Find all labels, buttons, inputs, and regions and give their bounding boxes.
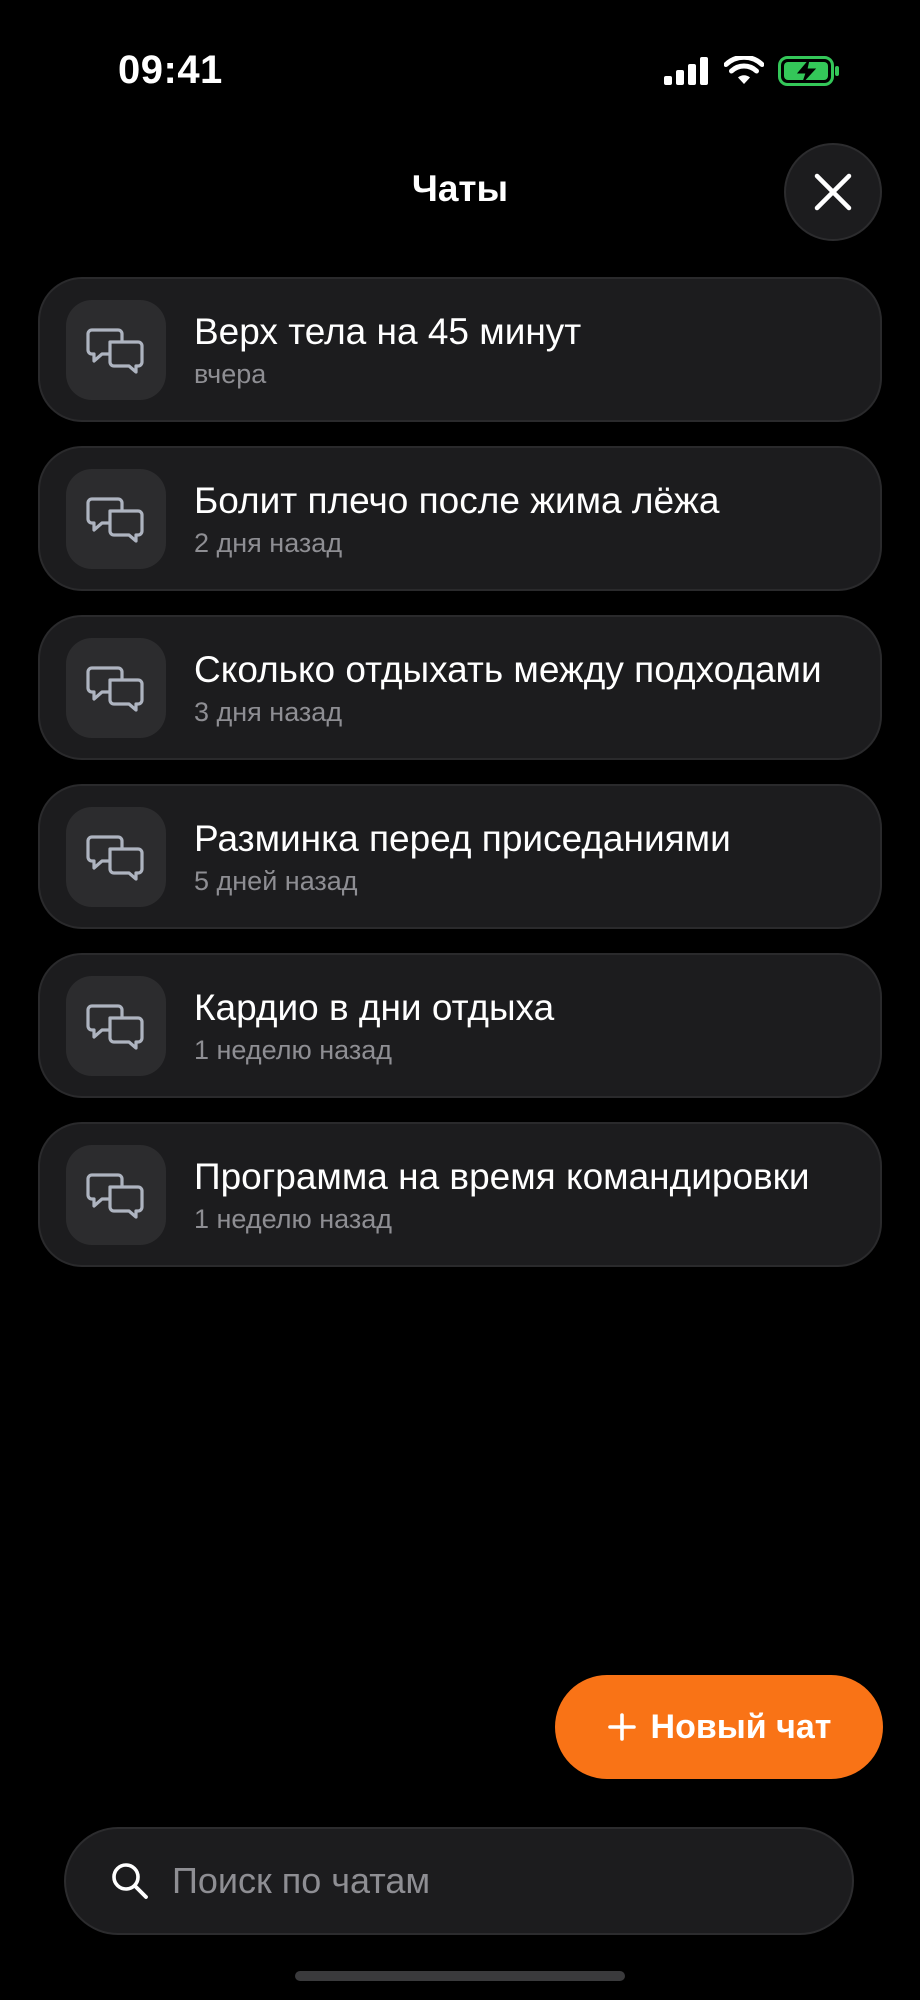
chat-item[interactable]: Сколько отдыхать между подходами 3 дня н…: [38, 615, 882, 760]
chat-title: Болит плечо после жима лёжа: [194, 480, 720, 521]
page-title: Чаты: [411, 168, 509, 209]
chat-bubbles-icon: [86, 665, 144, 712]
search-bar[interactable]: [64, 1827, 854, 1935]
chat-bubbles-icon: [86, 1003, 144, 1050]
chat-bubbles-icon: [86, 496, 144, 543]
chats-screen: 09:41 Чаты Верх тела на 45 минут вчера Б…: [0, 0, 920, 2000]
chat-item[interactable]: Болит плечо после жима лёжа 2 дня назад: [38, 446, 882, 591]
chat-text: Разминка перед приседаниями 5 дней назад: [194, 816, 880, 897]
close-icon: [814, 173, 852, 211]
chat-text: Болит плечо после жима лёжа 2 дня назад: [194, 478, 880, 559]
chat-bubbles-icon: [86, 834, 144, 881]
chat-icon-box: [66, 975, 166, 1076]
new-chat-button[interactable]: Новый чат: [555, 1675, 883, 1779]
chat-text: Верх тела на 45 минут вчера: [194, 309, 880, 390]
chat-text: Кардио в дни отдыха 1 неделю назад: [194, 985, 880, 1066]
chat-title: Разминка перед приседаниями: [194, 818, 731, 859]
search-icon: [110, 1861, 150, 1901]
chat-bubbles-icon: [86, 327, 144, 374]
chat-title: Кардио в дни отдыха: [194, 987, 555, 1028]
chat-item[interactable]: Разминка перед приседаниями 5 дней назад: [38, 784, 882, 929]
chat-title: Сколько отдыхать между подходами: [194, 649, 822, 690]
chat-icon-box: [66, 468, 166, 569]
chat-time: 3 дня назад: [194, 697, 343, 727]
chat-time: вчера: [194, 359, 267, 389]
chat-item[interactable]: Верх тела на 45 минут вчера: [38, 277, 882, 422]
chat-title: Верх тела на 45 минут: [194, 311, 582, 352]
search-input[interactable]: [172, 1829, 852, 1933]
chat-icon-box: [66, 1144, 166, 1245]
status-icons: [664, 56, 840, 86]
chat-time: 1 неделю назад: [194, 1035, 393, 1065]
cellular-signal-icon: [664, 57, 708, 85]
chat-time: 1 неделю назад: [194, 1204, 393, 1234]
chat-item[interactable]: Программа на время командировки 1 неделю…: [38, 1122, 882, 1267]
battery-charging-icon: [778, 56, 839, 86]
chat-icon-box: [66, 806, 166, 907]
chat-text: Программа на время командировки 1 неделю…: [194, 1154, 880, 1235]
chat-title: Программа на время командировки: [194, 1156, 810, 1197]
chat-list: Верх тела на 45 минут вчера Болит плечо …: [38, 277, 882, 1291]
chat-item[interactable]: Кардио в дни отдыха 1 неделю назад: [38, 953, 882, 1098]
plus-icon: [607, 1713, 636, 1741]
home-indicator[interactable]: [295, 1971, 625, 1981]
chat-text: Сколько отдыхать между подходами 3 дня н…: [194, 647, 880, 728]
chat-bubbles-icon: [86, 1172, 144, 1219]
chat-icon-box: [66, 637, 166, 738]
status-time: 09:41: [118, 48, 223, 92]
wifi-icon: [724, 56, 764, 84]
new-chat-label: Новый чат: [650, 1707, 832, 1746]
chat-icon-box: [66, 299, 166, 400]
chat-time: 2 дня назад: [194, 528, 343, 558]
close-button[interactable]: [784, 143, 882, 241]
chat-time: 5 дней назад: [194, 866, 358, 896]
